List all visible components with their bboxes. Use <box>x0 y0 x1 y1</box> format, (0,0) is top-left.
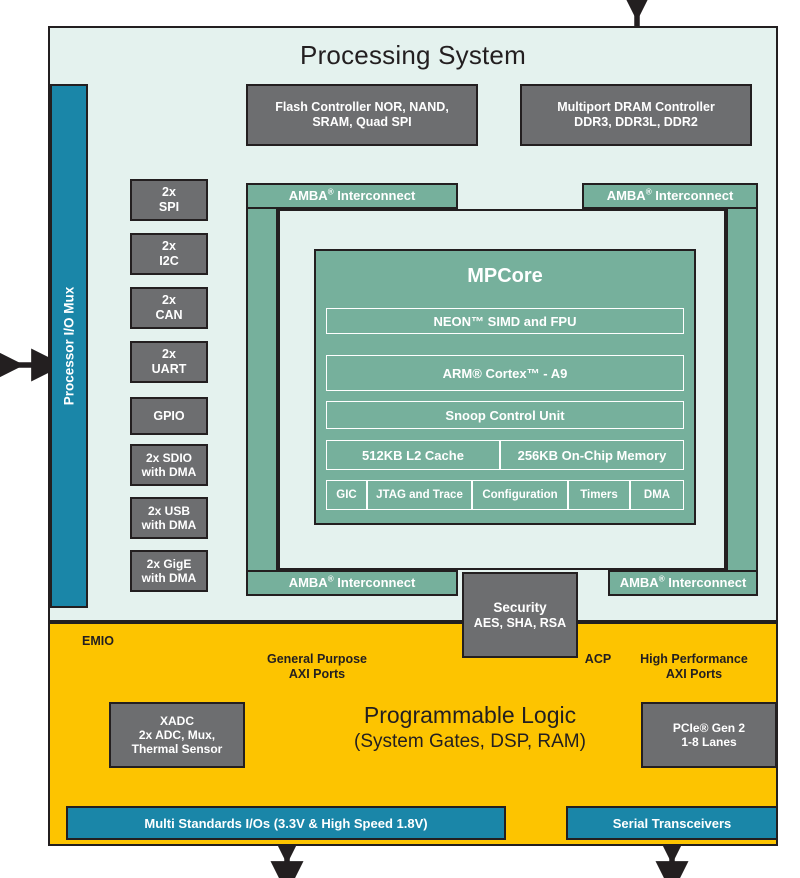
dram-controller-line1: Multiport DRAM Controller <box>557 100 715 114</box>
peripheral-gige[interactable]: 2x GigE with DMA <box>130 550 208 592</box>
pcie-block[interactable]: PCIe® Gen 2 1-8 Lanes <box>641 702 777 768</box>
amba-bottom-right-label: AMBA <box>619 575 659 590</box>
multi-standards-io-bar[interactable]: Multi Standards I/Os (3.3V & High Speed … <box>66 806 506 840</box>
peripheral-gpio-line1: GPIO <box>153 408 185 423</box>
zynq-block-diagram: Processing System Processor I/O Mux Flas… <box>0 0 800 878</box>
amba-top-left-reg: ® <box>327 187 334 197</box>
flash-controller-block[interactable]: Flash Controller NOR, NAND, SRAM, Quad S… <box>246 84 478 146</box>
amba-top-right-label: AMBA <box>606 188 646 203</box>
security-block-overlay[interactable]: Security AES, SHA, RSA <box>462 572 578 658</box>
mpcore-snoop-control-unit[interactable]: Snoop Control Unit <box>326 401 684 429</box>
peripheral-gige-line1: 2x GigE <box>146 557 192 571</box>
peripheral-gige-line2: with DMA <box>141 571 197 585</box>
processing-system-title: Processing System <box>300 40 526 70</box>
peripheral-spi-line1: 2x <box>162 185 176 199</box>
amba-bottom-left-suffix: Interconnect <box>337 575 416 590</box>
peripheral-usb[interactable]: 2x USB with DMA <box>130 497 208 539</box>
amba-bottom-right-suffix: Interconnect <box>668 575 747 590</box>
peripheral-can-line1: 2x <box>162 293 176 307</box>
peripheral-uart[interactable]: 2x UART <box>130 341 208 383</box>
peripheral-sdio-line1: 2x SDIO <box>145 451 193 465</box>
amba-interconnect-bottom-left[interactable]: AMBA® Interconnect <box>246 570 458 596</box>
hp-axi-line1: High Performance <box>640 652 748 666</box>
mpcore-cpu[interactable]: ARM® Cortex™ - A9 <box>326 355 684 391</box>
amba-bottom-left-label: AMBA <box>288 575 328 590</box>
peripheral-can[interactable]: 2x CAN <box>130 287 208 329</box>
peripheral-spi[interactable]: 2x SPI <box>130 179 208 221</box>
xadc-line1: XADC <box>159 714 194 728</box>
amba-right-rail <box>726 207 758 594</box>
mpcore-cpu-label: ARM® Cortex™ - A9 <box>442 365 568 381</box>
mpcore-l2-cache-label: 512KB L2 Cache <box>362 447 464 463</box>
pcie-line1: PCIe® Gen 2 <box>672 721 746 735</box>
xadc-line2: 2x ADC, Mux, <box>138 728 216 742</box>
amba-top-left-label: AMBA <box>288 188 328 203</box>
port-label-general-purpose-axi: General Purpose AXI Ports <box>245 652 389 682</box>
programmable-logic-title: Programmable Logic (System Gates, DSP, R… <box>330 702 610 758</box>
xadc-block[interactable]: XADC 2x ADC, Mux, Thermal Sensor <box>109 702 245 768</box>
multi-standards-io-label: Multi Standards I/Os (3.3V & High Speed … <box>144 815 428 831</box>
port-label-acp: ACP <box>576 652 620 667</box>
peripheral-sdio-line2: with DMA <box>141 465 197 479</box>
security-overlay-line2: AES, SHA, RSA <box>473 615 567 630</box>
processor-io-mux-label: Processor I/O Mux <box>61 286 77 406</box>
peripheral-i2c-line2: I2C <box>159 254 179 268</box>
amba-top-right-reg: ® <box>645 187 652 197</box>
pcie-line2: 1-8 Lanes <box>681 735 737 749</box>
peripheral-spi-line2: SPI <box>158 200 180 214</box>
amba-interconnect-top-left[interactable]: AMBA® Interconnect <box>246 183 458 209</box>
mpcore-scu-label: Snoop Control Unit <box>445 407 565 423</box>
gp-axi-line1: General Purpose <box>266 652 368 666</box>
processor-io-mux[interactable]: Processor I/O Mux <box>50 84 88 608</box>
dram-controller-block[interactable]: Multiport DRAM Controller DDR3, DDR3L, D… <box>520 84 752 146</box>
peripheral-uart-line2: UART <box>151 362 187 376</box>
amba-interconnect-top-right[interactable]: AMBA® Interconnect <box>582 183 758 209</box>
mpcore-on-chip-memory[interactable]: 256KB On-Chip Memory <box>500 440 684 470</box>
emio-label: EMIO <box>82 634 114 648</box>
mpcore-dma[interactable]: DMA <box>630 480 684 510</box>
security-overlay-line1: Security <box>493 599 547 615</box>
mpcore-configuration[interactable]: Configuration <box>472 480 568 510</box>
mpcore-gic[interactable]: GIC <box>326 480 367 510</box>
peripheral-sdio[interactable]: 2x SDIO with DMA <box>130 444 208 486</box>
mpcore-gic-label: GIC <box>336 489 357 501</box>
mpcore-on-chip-memory-label: 256KB On-Chip Memory <box>517 447 667 463</box>
port-label-high-performance-axi: High Performance AXI Ports <box>620 652 768 682</box>
peripheral-gpio[interactable]: GPIO <box>130 397 208 435</box>
dram-controller-line2: DDR3, DDR3L, DDR2 <box>574 115 698 129</box>
peripheral-usb-line2: with DMA <box>141 518 197 532</box>
amba-top-right-suffix: Interconnect <box>655 188 734 203</box>
gp-axi-line2: AXI Ports <box>288 667 346 681</box>
peripheral-usb-line1: 2x USB <box>147 504 191 518</box>
serial-transceivers-label: Serial Transceivers <box>612 815 732 831</box>
pl-title-line2: (System Gates, DSP, RAM) <box>354 731 586 752</box>
peripheral-i2c-line1: 2x <box>162 239 176 253</box>
mpcore-timers-label: Timers <box>580 489 618 501</box>
mpcore-jtag-trace[interactable]: JTAG and Trace <box>367 480 472 510</box>
flash-controller-line2: SRAM, Quad SPI <box>312 115 412 129</box>
amba-interconnect-bottom-right[interactable]: AMBA® Interconnect <box>608 570 758 596</box>
peripheral-can-line2: CAN <box>155 308 183 322</box>
acp-label: ACP <box>584 652 612 666</box>
mpcore-l2-cache[interactable]: 512KB L2 Cache <box>326 440 500 470</box>
port-label-emio: EMIO <box>82 634 162 649</box>
pl-title-line1: Programmable Logic <box>363 702 577 728</box>
amba-bottom-left-reg: ® <box>327 574 334 584</box>
amba-left-rail <box>246 207 278 594</box>
mpcore-neon[interactable]: NEON™ SIMD and FPU <box>326 308 684 334</box>
serial-transceivers-bar[interactable]: Serial Transceivers <box>566 806 778 840</box>
mpcore-dma-label: DMA <box>643 489 671 501</box>
amba-top-left-suffix: Interconnect <box>337 188 416 203</box>
mpcore-jtag-trace-label: JTAG and Trace <box>376 489 463 501</box>
amba-bottom-right-reg: ® <box>658 574 665 584</box>
xadc-line3: Thermal Sensor <box>131 742 223 756</box>
mpcore-neon-label: NEON™ SIMD and FPU <box>433 313 577 329</box>
mpcore-title: MPCore <box>467 265 543 287</box>
peripheral-i2c[interactable]: 2x I2C <box>130 233 208 275</box>
flash-controller-line1: Flash Controller NOR, NAND, <box>275 100 449 114</box>
peripheral-uart-line1: 2x <box>162 347 176 361</box>
mpcore-timers[interactable]: Timers <box>568 480 630 510</box>
mpcore-configuration-label: Configuration <box>482 489 558 501</box>
hp-axi-line2: AXI Ports <box>665 667 723 681</box>
